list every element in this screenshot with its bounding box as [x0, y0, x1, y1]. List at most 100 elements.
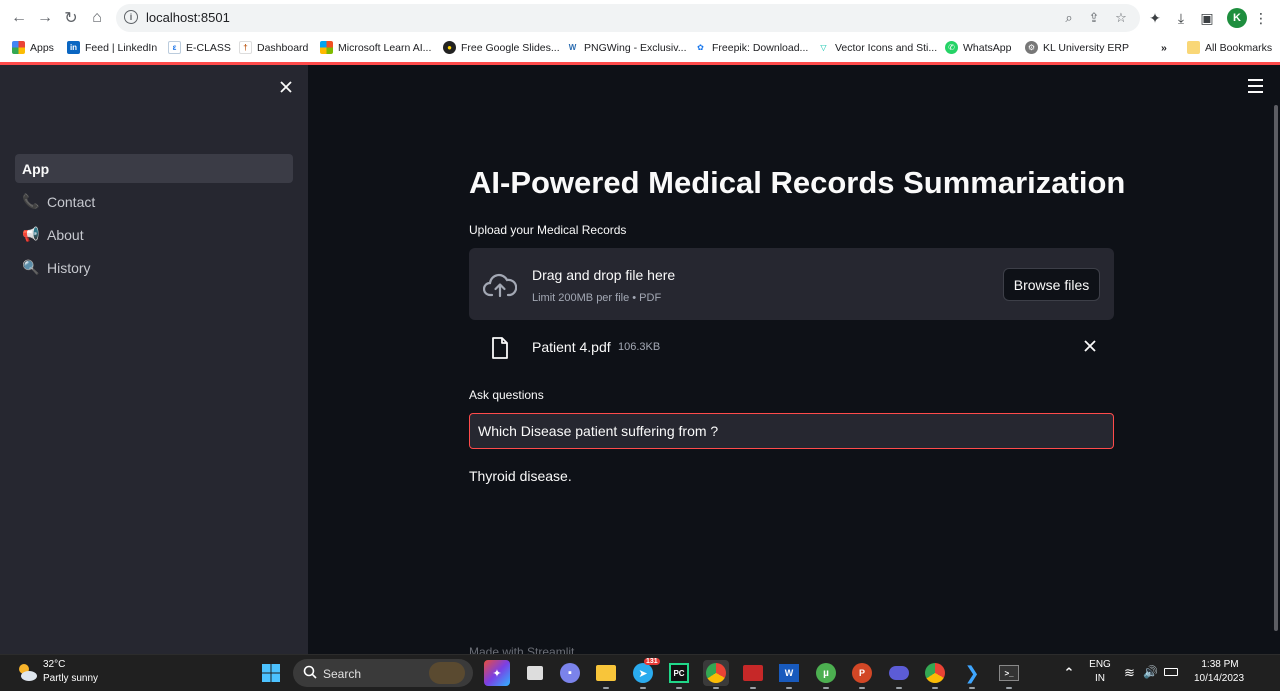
taskbar-teams[interactable]: ▪ [557, 660, 583, 686]
taskbar-word[interactable]: W [776, 660, 802, 689]
site-info-icon[interactable]: i [124, 10, 138, 24]
slides-icon: ● [443, 41, 456, 54]
file-icon [492, 337, 508, 359]
bookmark-apps[interactable]: Apps [12, 39, 54, 56]
taskbar-task-view[interactable] [522, 660, 548, 686]
bookmark-kl-erp[interactable]: ⚙ KL University ERP [1025, 39, 1129, 56]
home-button[interactable]: ⌂ [85, 6, 109, 30]
profile-avatar[interactable]: K [1227, 8, 1247, 28]
back-button[interactable]: ← [7, 6, 31, 30]
file-name: Patient 4.pdf [532, 339, 611, 355]
clock-date[interactable]: 10/14/2023 [1186, 673, 1252, 684]
megaphone-icon: 📢 [22, 226, 40, 242]
page-title: AI-Powered Medical Records Summarization [469, 165, 1126, 200]
close-sidebar-button[interactable] [276, 77, 296, 97]
chevron-up-icon: ⌃ [1063, 665, 1075, 680]
taskbar-app-red[interactable] [740, 660, 766, 689]
taskbar-vscode[interactable]: ❯ [959, 660, 985, 689]
file-dropzone[interactable]: Drag and drop file here Limit 200MB per … [469, 248, 1114, 320]
address-bar-row: ← → ↻ ⌂ i localhost:8501 ⌕ ⇪ ☆ ✦ ⤓ ▣ K ⋮ [0, 0, 1280, 35]
chrome-icon [925, 663, 945, 683]
all-bookmarks[interactable]: All Bookmarks [1187, 39, 1272, 56]
download-icon[interactable]: ⤓ [1171, 8, 1191, 28]
partly-sunny-icon[interactable] [16, 661, 38, 683]
taskbar-pycharm[interactable]: PC [666, 660, 692, 689]
sidebar-item-app[interactable]: App [15, 154, 293, 183]
bookmarks-overflow[interactable]: » [1161, 39, 1167, 56]
bookmark-linkedin[interactable]: in Feed | LinkedIn [67, 39, 157, 56]
weather-desc: Partly sunny [43, 673, 99, 684]
remove-file-button[interactable] [1080, 336, 1100, 356]
clock-time[interactable]: 1:38 PM [1190, 659, 1250, 670]
vector-icon: ▽ [817, 41, 830, 54]
language-indicator-2[interactable]: IN [1088, 673, 1112, 684]
taskbar-search[interactable]: Search [293, 659, 473, 687]
volume-icon[interactable]: 🔊 [1143, 665, 1158, 679]
side-panel-icon[interactable]: ▣ [1197, 8, 1217, 28]
taskbar-copilot[interactable]: ✦ [484, 660, 510, 686]
cloud-upload-icon [483, 273, 517, 298]
sidebar-item-contact[interactable]: 📞 Contact [15, 187, 293, 216]
pngwing-icon: W [566, 41, 579, 54]
bookmark-vector-icons[interactable]: ▽ Vector Icons and Sti... [817, 39, 937, 56]
snipping-tool-icon [743, 665, 763, 681]
extensions-icon[interactable]: ✦ [1145, 8, 1165, 28]
taskbar-app-dark[interactable] [886, 660, 912, 689]
url-bar[interactable]: i localhost:8501 ⌕ ⇪ ☆ [116, 4, 1140, 32]
browse-files-button[interactable]: Browse files [1003, 268, 1100, 301]
close-icon [1084, 340, 1096, 352]
task-view-icon [527, 666, 543, 680]
bookmark-star-icon[interactable]: ☆ [1113, 10, 1129, 26]
sidebar-item-about[interactable]: 📢 About [15, 220, 293, 249]
forward-button[interactable]: → [33, 6, 57, 30]
sidebar-item-label: About [47, 226, 84, 243]
search-highlight-icon [429, 662, 465, 684]
linkedin-icon: in [67, 41, 80, 54]
vscode-icon: ❯ [964, 662, 980, 683]
bookmark-whatsapp[interactable]: ✆ WhatsApp [945, 39, 1011, 56]
share-icon[interactable]: ⇪ [1086, 10, 1102, 26]
page-scrollbar[interactable] [1274, 105, 1278, 631]
bookmark-google-slides[interactable]: ● Free Google Slides... [443, 39, 560, 56]
sidebar: App 📞 Contact 📢 About 🔍 History [0, 65, 308, 654]
weather-temp: 32°C [43, 659, 66, 670]
telegram-badge: 131 [644, 658, 660, 665]
windows-taskbar: 32°C Partly sunny Search ✦ ▪ ➤ 131 PC W … [0, 654, 1280, 691]
bookmark-eclass[interactable]: ε E-CLASS [168, 39, 231, 56]
pycharm-icon: PC [669, 663, 689, 683]
uploaded-file-row: Patient 4.pdf 106.3KB [469, 331, 1114, 363]
taskbar-terminal[interactable]: >_ [996, 660, 1022, 689]
freepik-icon: ✿ [694, 41, 707, 54]
taskbar-powerpoint[interactable]: P [849, 660, 875, 689]
battery-icon[interactable] [1164, 668, 1178, 676]
taskbar-utorrent[interactable]: µ [813, 660, 839, 689]
taskbar-file-explorer[interactable] [593, 660, 619, 689]
gear-icon: ⚙ [1025, 41, 1038, 54]
bookmark-pngwing[interactable]: W PNGWing - Exclusiv... [566, 39, 687, 56]
taskbar-telegram[interactable]: ➤ 131 [630, 658, 660, 689]
question-label: Ask questions [469, 388, 544, 402]
taskbar-chrome[interactable] [922, 660, 948, 689]
copilot-icon: ✦ [492, 667, 502, 680]
zoom-icon[interactable]: ⌕ [1061, 10, 1077, 26]
sidebar-item-label: App [22, 160, 50, 177]
main-menu-button[interactable] [1248, 78, 1268, 94]
wifi-icon[interactable]: ≋ [1124, 665, 1135, 681]
reload-button[interactable]: ↻ [59, 6, 83, 30]
language-indicator-1[interactable]: ENG [1088, 659, 1112, 670]
chrome-icon [706, 663, 726, 683]
menu-kebab-icon[interactable]: ⋮ [1251, 8, 1271, 28]
question-input[interactable] [469, 413, 1114, 449]
taskbar-chrome-active[interactable] [703, 660, 729, 689]
bookmark-freepik[interactable]: ✿ Freepik: Download... [694, 39, 808, 56]
start-button[interactable] [258, 660, 284, 686]
upload-label: Upload your Medical Records [469, 223, 627, 237]
dropzone-limit: Limit 200MB per file • PDF [532, 292, 662, 304]
whatsapp-icon: ✆ [945, 41, 958, 54]
sidebar-item-history[interactable]: 🔍 History [15, 253, 293, 282]
bookmark-microsoft-learn[interactable]: Microsoft Learn AI... [320, 39, 431, 56]
word-icon: W [779, 664, 799, 682]
dashboard-icon: † [239, 41, 252, 54]
tray-overflow-button[interactable]: ⌃ [1056, 660, 1082, 686]
bookmark-dashboard[interactable]: † Dashboard [239, 39, 308, 56]
